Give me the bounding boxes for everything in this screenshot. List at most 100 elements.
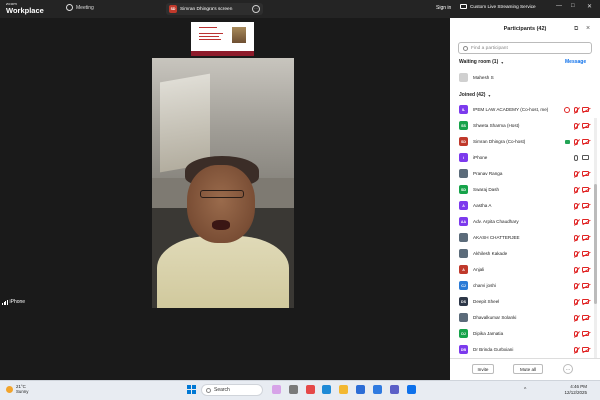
windows-start-icon[interactable] xyxy=(187,385,196,394)
livestream-button[interactable]: Custom Live Streaming Service xyxy=(460,4,536,9)
mic-muted-icon[interactable] xyxy=(574,218,578,225)
speaker-video[interactable] xyxy=(152,58,294,308)
camera-off-icon[interactable] xyxy=(582,331,589,336)
edge-icon[interactable] xyxy=(322,385,331,394)
participant-row[interactable]: Pranav Ranga xyxy=(459,168,589,179)
camera-off-icon[interactable] xyxy=(582,139,589,144)
camera-off-icon[interactable] xyxy=(582,347,589,352)
teams-icon[interactable] xyxy=(390,385,399,394)
avatar xyxy=(459,249,468,258)
camera-off-icon[interactable] xyxy=(582,203,589,208)
participant-row[interactable]: IL IPEM LAW ACADEMY (Co-host, me) xyxy=(459,104,589,115)
participant-row[interactable]: DJ Dipika Jamatia xyxy=(459,328,589,339)
zoom-taskbar-icon[interactable] xyxy=(407,385,416,394)
participant-name: Shweta Sharma (Host) xyxy=(473,123,520,128)
weather-widget[interactable]: 21°C Sunny xyxy=(6,384,28,395)
camera-off-icon[interactable] xyxy=(582,107,589,112)
shared-screen-label: Simran Dhingra's screen xyxy=(180,6,233,12)
more-options-icon[interactable]: ··· xyxy=(252,5,260,13)
participant-row[interactable]: DS Deepit Sheel xyxy=(459,296,589,307)
participant-row[interactable]: DB Dr Brinda Gurbxiani xyxy=(459,344,589,355)
mic-muted-icon[interactable] xyxy=(574,330,578,337)
file-explorer-icon[interactable] xyxy=(339,385,348,394)
shared-screen-tab[interactable]: SD Simran Dhingra's screen ··· xyxy=(166,3,263,15)
participant-row[interactable]: SD Simran Dhingra (Co-host) xyxy=(459,136,589,147)
participant-row[interactable]: A Anjali xyxy=(459,264,589,275)
shared-screen-thumbnail[interactable] xyxy=(191,22,254,56)
minimize-button[interactable]: — xyxy=(556,3,562,9)
camera-off-icon[interactable] xyxy=(582,123,589,128)
camera-off-icon[interactable] xyxy=(582,187,589,192)
mic-muted-icon[interactable] xyxy=(574,202,578,209)
close-window-button[interactable]: ✕ xyxy=(587,3,592,10)
invite-button[interactable]: Invite xyxy=(472,364,494,374)
screen-share-icon[interactable] xyxy=(565,139,570,144)
participant-name: Swaraj Dash xyxy=(473,187,500,192)
tray-overflow-icon[interactable]: ^ xyxy=(524,387,526,393)
avatar: SD xyxy=(459,185,468,194)
camera-off-icon[interactable] xyxy=(582,299,589,304)
pop-out-icon[interactable]: ⧉ xyxy=(574,26,578,33)
mic-muted-icon[interactable] xyxy=(574,122,578,129)
participant-row[interactable]: i iPhone xyxy=(459,152,589,163)
avatar: DB xyxy=(459,345,468,354)
store-icon[interactable] xyxy=(356,385,365,394)
participant-row[interactable]: CJ charvi joshi xyxy=(459,280,589,291)
joined-header[interactable]: Joined (42) ▾ xyxy=(459,92,490,98)
recording-icon[interactable] xyxy=(564,106,570,113)
mic-muted-icon[interactable] xyxy=(574,314,578,321)
camera-on-icon[interactable] xyxy=(582,155,589,160)
camera-off-icon[interactable] xyxy=(582,283,589,288)
avatar xyxy=(459,313,468,322)
camera-off-icon[interactable] xyxy=(582,171,589,176)
camera-off-icon[interactable] xyxy=(582,315,589,320)
mic-muted-icon[interactable] xyxy=(574,298,578,305)
mic-muted-icon[interactable] xyxy=(574,186,578,193)
participant-status xyxy=(574,234,589,241)
mute-all-button[interactable]: Mute all xyxy=(513,364,543,374)
zoom-logo: zoom Workplace xyxy=(6,1,44,15)
participant-row[interactable]: SD Swaraj Dash xyxy=(459,184,589,195)
photos-icon[interactable] xyxy=(306,385,315,394)
participant-row[interactable]: SS Shweta Sharma (Host) xyxy=(459,120,589,131)
mic-muted-icon[interactable] xyxy=(574,346,578,353)
thumbnail-photo xyxy=(232,27,246,43)
participant-row[interactable]: AKASH CHATTERJEE xyxy=(459,232,589,243)
mic-muted-icon[interactable] xyxy=(574,138,578,145)
mic-muted-icon[interactable] xyxy=(574,234,578,241)
camera-off-icon[interactable] xyxy=(582,235,589,240)
mic-muted-icon[interactable] xyxy=(574,170,578,177)
participant-row[interactable]: Dhavalkumar Solanki xyxy=(459,312,589,323)
avatar: i xyxy=(459,153,468,162)
taskbar-search[interactable]: Search xyxy=(201,384,263,396)
avatar xyxy=(459,233,468,242)
copilot-icon[interactable] xyxy=(272,385,281,394)
camera-off-icon[interactable] xyxy=(582,267,589,272)
close-panel-icon[interactable]: × xyxy=(586,25,590,32)
participant-row[interactable]: AA Adv. Arpita Chaudhary xyxy=(459,216,589,227)
participant-row[interactable]: A Aastha A xyxy=(459,200,589,211)
participants-scrollbar[interactable] xyxy=(594,118,597,368)
avatar: A xyxy=(459,265,468,274)
camera-off-icon[interactable] xyxy=(582,219,589,224)
waiting-room-header[interactable]: Waiting room (1) ▾ xyxy=(459,59,503,65)
sign-in-button[interactable]: Sign in xyxy=(436,5,451,11)
camera-off-icon[interactable] xyxy=(582,251,589,256)
participant-row[interactable]: Akhilesh Kakade xyxy=(459,248,589,259)
mic-muted-icon[interactable] xyxy=(574,266,578,273)
mic-muted-icon[interactable] xyxy=(574,106,578,113)
more-icon[interactable]: ··· xyxy=(563,364,573,374)
find-participant-input[interactable]: Find a participant xyxy=(458,42,592,54)
task-view-icon[interactable] xyxy=(289,385,298,394)
maximize-button[interactable]: □ xyxy=(571,3,575,9)
mic-muted-icon[interactable] xyxy=(574,250,578,257)
avatar: DS xyxy=(459,297,468,306)
waiting-participant[interactable]: Mahesh S xyxy=(459,72,589,83)
system-clock[interactable]: 4:46 PM 12/12/2025 xyxy=(555,384,587,397)
participant-status xyxy=(574,186,589,193)
message-waiting-button[interactable]: Message xyxy=(565,59,586,65)
meeting-tab[interactable]: Meeting xyxy=(66,4,94,11)
mail-icon[interactable] xyxy=(373,385,382,394)
mic-muted-icon[interactable] xyxy=(574,282,578,289)
mic-on-icon[interactable] xyxy=(574,154,578,161)
